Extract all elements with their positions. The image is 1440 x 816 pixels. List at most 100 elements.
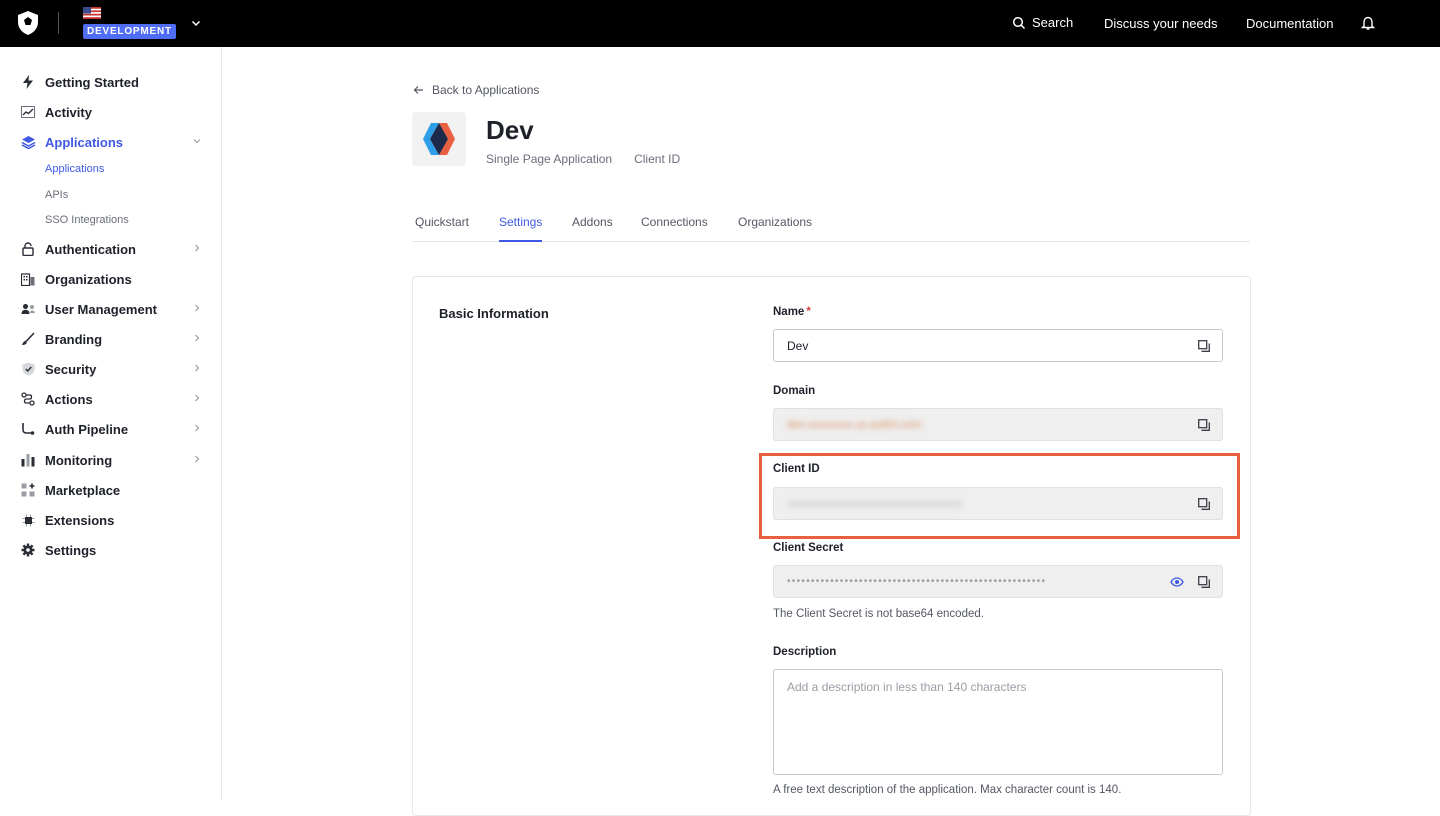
- sidebar-item-getting-started[interactable]: Getting Started: [20, 71, 202, 93]
- tab-addons[interactable]: Addons: [572, 215, 613, 242]
- top-bar: DEVELOPMENT Search Discuss your needs Do…: [0, 0, 1440, 47]
- users-icon: [20, 301, 36, 317]
- copy-icon[interactable]: [1198, 576, 1210, 588]
- sidebar-item-auth-pipeline[interactable]: Auth Pipeline: [20, 418, 202, 440]
- sidebar-item-label: Organizations: [45, 271, 132, 287]
- required-asterisk: *: [806, 306, 811, 318]
- discuss-needs-link[interactable]: Discuss your needs: [1104, 16, 1217, 31]
- chevron-right-icon[interactable]: [192, 423, 202, 433]
- chevron-right-icon[interactable]: [192, 454, 202, 464]
- sidebar-item-label: Actions: [45, 391, 93, 407]
- sidebar-item-security[interactable]: Security: [20, 358, 202, 380]
- sidebar-item-applications[interactable]: Applications: [20, 131, 202, 153]
- pipeline-icon: [20, 421, 36, 437]
- layers-icon: [20, 134, 36, 150]
- tab-quickstart[interactable]: Quickstart: [415, 215, 469, 242]
- arrow-left-icon: [413, 85, 424, 95]
- sidebar-item-label: Marketplace: [45, 482, 121, 498]
- chevron-right-icon[interactable]: [192, 333, 202, 343]
- chevron-down-icon[interactable]: [190, 17, 202, 29]
- chevron-right-icon[interactable]: [192, 393, 202, 403]
- bolt-icon: [20, 74, 36, 90]
- eye-icon[interactable]: [1170, 577, 1184, 587]
- application-meta: Single Page Application Client ID: [486, 152, 680, 166]
- sidebar-item-marketplace[interactable]: Marketplace: [20, 479, 202, 501]
- chevron-down-icon[interactable]: [192, 136, 202, 146]
- lock-icon: [20, 241, 36, 257]
- brush-icon: [20, 331, 36, 347]
- back-to-applications-link[interactable]: Back to Applications: [413, 83, 539, 97]
- copy-icon[interactable]: [1198, 419, 1210, 431]
- sidebar-item-actions[interactable]: Actions: [20, 388, 202, 410]
- description-label: Description: [773, 646, 837, 658]
- search-icon: [1012, 16, 1026, 30]
- client-secret-help-text: The Client Secret is not base64 encoded.: [773, 608, 984, 620]
- domain-label: Domain: [773, 385, 816, 397]
- sidebar-item-label: Security: [45, 361, 97, 377]
- tab-settings[interactable]: Settings: [499, 215, 543, 242]
- environment-badge: DEVELOPMENT: [83, 24, 176, 39]
- copy-icon[interactable]: [1198, 340, 1210, 352]
- sidebar-item-label: User Management: [45, 301, 157, 317]
- sidebar-item-label: Getting Started: [45, 74, 139, 90]
- client-secret-label: Client Secret: [773, 542, 844, 554]
- description-help-text: A free text description of the applicati…: [773, 784, 1122, 796]
- sidebar-item-label: Authentication: [45, 241, 136, 257]
- name-label: Name *: [773, 306, 811, 318]
- tab-connections[interactable]: Connections: [641, 215, 708, 242]
- application-name: Dev: [486, 115, 534, 145]
- sidebar-item-label: Applications: [45, 134, 124, 150]
- gear-icon: [20, 542, 36, 558]
- auth0-logo-icon[interactable]: [17, 11, 39, 35]
- us-flag-icon: [83, 7, 101, 19]
- sidebar-item-branding[interactable]: Branding: [20, 328, 202, 350]
- grid-plus-icon: [20, 482, 36, 498]
- sidebar-subitem-applications[interactable]: Applications: [45, 163, 104, 175]
- client-secret-value: ••••••••••••••••••••••••••••••••••••••••…: [787, 576, 1047, 587]
- divider: [58, 12, 59, 34]
- description-placeholder: Add a description in less than 140 chara…: [787, 680, 1027, 694]
- sidebar-item-label: Auth Pipeline: [45, 421, 129, 437]
- sidebar-item-extensions[interactable]: Extensions: [20, 509, 202, 531]
- application-type: Single Page Application: [486, 152, 613, 166]
- domain-input[interactable]: dev-xxxxxxxx.us.auth0.com: [773, 408, 1223, 441]
- sidebar-item-monitoring[interactable]: Monitoring: [20, 449, 202, 471]
- sidebar-subitem-sso-integrations[interactable]: SSO Integrations: [45, 214, 129, 226]
- chevron-right-icon[interactable]: [192, 363, 202, 373]
- application-tabs: Quickstart Settings Addons Connections O…: [412, 211, 1250, 242]
- flow-icon: [20, 391, 36, 407]
- chip-icon: [20, 512, 36, 528]
- sidebar-subitem-apis[interactable]: APIs: [45, 189, 68, 201]
- sidebar-item-settings[interactable]: Settings: [20, 539, 202, 561]
- name-value: Dev: [787, 338, 809, 353]
- client-secret-input[interactable]: ••••••••••••••••••••••••••••••••••••••••…: [773, 565, 1223, 598]
- sidebar-item-user-management[interactable]: User Management: [20, 298, 202, 320]
- activity-icon: [20, 104, 36, 120]
- domain-value: dev-xxxxxxxx.us.auth0.com: [787, 418, 922, 431]
- back-link-label: Back to Applications: [432, 83, 540, 97]
- sidebar-item-authentication[interactable]: Authentication: [20, 238, 202, 260]
- bar-chart-icon: [20, 452, 36, 468]
- name-input[interactable]: Dev: [773, 329, 1223, 362]
- search-label: Search: [1032, 15, 1074, 30]
- search-button[interactable]: Search: [1012, 15, 1073, 30]
- sidebar-item-label: Monitoring: [45, 452, 113, 468]
- description-textarea[interactable]: Add a description in less than 140 chara…: [773, 669, 1223, 775]
- bell-icon[interactable]: [1361, 15, 1375, 31]
- application-logo-icon: [412, 112, 466, 166]
- tab-organizations[interactable]: Organizations: [738, 215, 812, 242]
- sidebar-item-label: Activity: [45, 104, 92, 120]
- sidebar-item-organizations[interactable]: Organizations: [20, 268, 202, 290]
- documentation-link[interactable]: Documentation: [1246, 16, 1333, 31]
- shield-icon: [20, 361, 36, 377]
- sidebar: Getting Started Activity Applications Ap…: [0, 47, 222, 800]
- sidebar-item-label: Extensions: [45, 512, 115, 528]
- chevron-right-icon[interactable]: [192, 303, 202, 313]
- client-id-highlight-box: [759, 453, 1240, 539]
- sidebar-item-activity[interactable]: Activity: [20, 101, 202, 123]
- client-id-copy-link[interactable]: Client ID: [634, 152, 680, 166]
- sidebar-item-label: Settings: [45, 542, 97, 558]
- tenant-selector[interactable]: DEVELOPMENT: [83, 7, 176, 39]
- chevron-right-icon[interactable]: [192, 243, 202, 253]
- section-title: Basic Information: [439, 306, 549, 321]
